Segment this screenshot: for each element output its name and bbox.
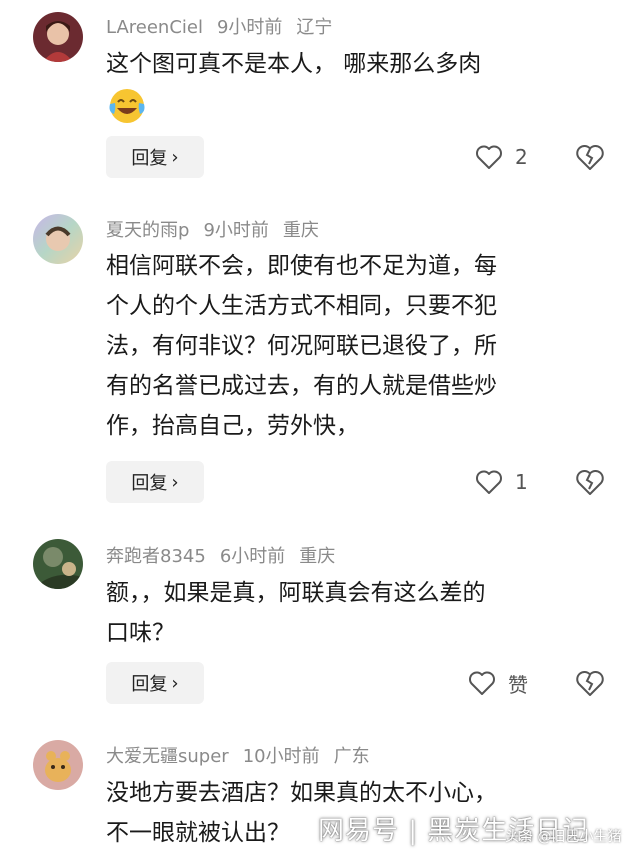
comment-line: 个人的个人生活方式不相同，只要不犯 [106, 293, 497, 319]
comment-line: 法，有何非议？何况阿联已退役了，所 [106, 333, 497, 359]
location: 广东 [333, 746, 370, 767]
chevron-right-icon: › [171, 672, 179, 694]
location: 重庆 [282, 220, 319, 241]
broken-heart-icon[interactable] [575, 467, 605, 497]
like-button[interactable]: 1 [475, 461, 528, 503]
timestamp: 9小时前 [216, 17, 283, 38]
avatar[interactable] [33, 539, 83, 589]
comment-line: 有的名誉已成过去，有的人就是借些炒 [106, 373, 497, 399]
chevron-right-icon: › [171, 471, 179, 493]
like-count: 1 [515, 470, 528, 494]
comment-line: 作，抬高自己，劳外快， [106, 413, 359, 439]
comment-meta: 奔跑者8345 6小时前 重庆 [106, 542, 349, 568]
heart-icon [469, 671, 495, 695]
watermark-sub: 头条 @旧巴小生猪 [505, 829, 622, 845]
timestamp: 9小时前 [203, 220, 269, 241]
username[interactable]: 夏天的雨p [106, 220, 189, 241]
like-label: 赞 [508, 672, 528, 697]
comment-line: 口味？ [106, 620, 175, 646]
laughing-tears-emoji-icon [106, 84, 148, 126]
heart-icon [476, 470, 502, 494]
comment-line: 没地方要去酒店？如果真的太不小心， [106, 780, 497, 806]
username[interactable]: 大爱无疆super [106, 746, 229, 767]
timestamp: 10小时前 [242, 746, 320, 767]
chevron-right-icon: › [171, 146, 179, 168]
comment-line: 额，，如果是真，阿联真会有这么差的 [106, 580, 486, 606]
username[interactable]: LAreenCiel [106, 17, 203, 38]
avatar[interactable] [33, 740, 83, 790]
location: 重庆 [299, 546, 336, 567]
heart-icon [476, 145, 502, 169]
avatar[interactable] [33, 12, 83, 62]
comment-line: 相信阿联不会，即使有也不足为道，每 [106, 253, 497, 279]
comment-text: 相信阿联不会，即使有也不足为道，每 个人的个人生活方式不相同，只要不犯 法，有何… [106, 246, 606, 446]
broken-heart-icon[interactable] [575, 142, 605, 172]
broken-heart-icon[interactable] [575, 668, 605, 698]
location: 辽宁 [296, 17, 333, 38]
timestamp: 6小时前 [219, 546, 286, 567]
username[interactable]: 奔跑者8345 [106, 546, 206, 567]
reply-button[interactable]: 回复 › [106, 461, 204, 503]
reply-button[interactable]: 回复 › [106, 136, 204, 178]
comment-text: 这个图可真不是本人， 哪来那么多肉 [106, 44, 606, 84]
like-button[interactable]: 2 [475, 136, 528, 178]
like-count: 2 [515, 145, 528, 169]
comment-meta: LAreenCiel 9小时前 辽宁 [106, 13, 346, 39]
like-button[interactable]: 赞 [468, 662, 528, 704]
comment-meta: 夏天的雨p 9小时前 重庆 [106, 216, 333, 242]
avatar[interactable] [33, 214, 83, 264]
reply-button[interactable]: 回复 › [106, 662, 204, 704]
comment-text: 额，，如果是真，阿联真会有这么差的 口味？ [106, 573, 606, 653]
comment-meta: 大爱无疆super 10小时前 广东 [106, 742, 384, 768]
comment-line: 这个图可真不是本人， 哪来那么多肉 [106, 51, 482, 77]
